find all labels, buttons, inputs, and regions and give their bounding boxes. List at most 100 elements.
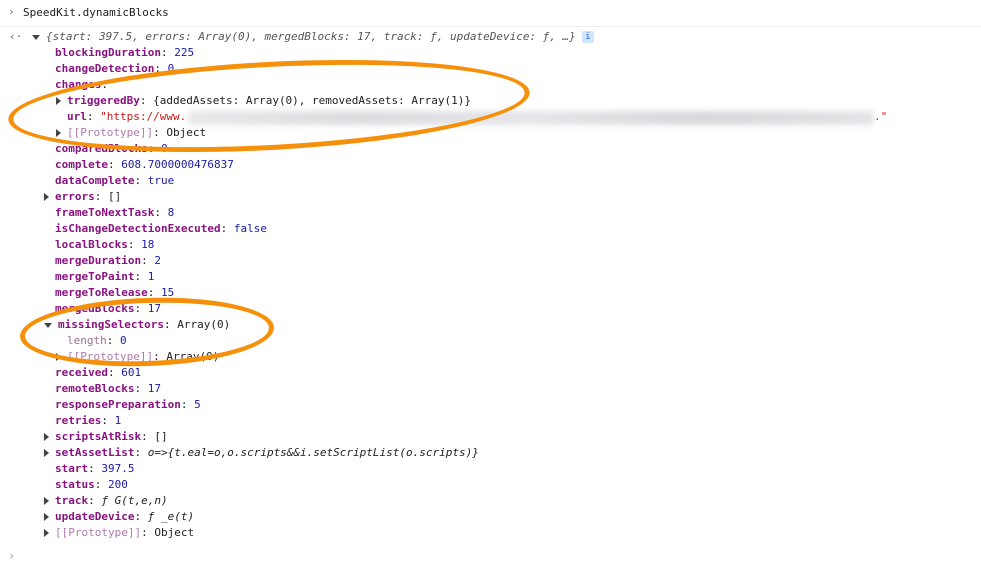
expand-triangle-icon[interactable]	[44, 513, 49, 521]
property-value: 17	[147, 382, 161, 395]
expand-triangle-icon[interactable]	[44, 193, 49, 201]
property-key: isChangeDetectionExecuted	[55, 222, 221, 235]
property-key: received	[55, 366, 108, 379]
expand-triangle-icon[interactable]	[44, 497, 49, 505]
property-separator: :	[147, 142, 161, 155]
property-separator: :	[134, 270, 148, 283]
property-separator: :	[141, 254, 155, 267]
property-separator: :	[153, 126, 167, 139]
property-separator: :	[101, 414, 115, 427]
property-value: 0	[120, 334, 127, 347]
property-key: scriptsAtRisk	[55, 430, 142, 443]
property-separator: :	[141, 526, 155, 539]
expand-triangle-icon[interactable]	[44, 449, 49, 457]
property-separator: :	[106, 334, 120, 347]
property-value: 15	[160, 286, 175, 299]
command-chevron-icon: ›	[8, 5, 15, 18]
property-key: [[Prototype]]	[67, 126, 154, 139]
property-separator: :	[86, 110, 101, 123]
property-row[interactable]: [[Prototype]]: Object	[44, 525, 194, 541]
result-summary-line[interactable]: {start: 397.5, errors: Array(0), mergedB…	[32, 29, 594, 45]
property-key: triggeredBy	[67, 94, 140, 107]
property-key: frameToNextTask	[55, 206, 155, 219]
property-key: status	[55, 478, 95, 491]
expand-result-icon[interactable]	[32, 34, 40, 40]
property-value: false	[233, 222, 267, 235]
property-key: start	[55, 462, 89, 475]
property-row: mergeDuration: 2	[55, 253, 161, 269]
property-separator: :	[220, 222, 234, 235]
property-value: 2	[154, 254, 161, 267]
property-value: 8	[167, 206, 175, 219]
property-value: o=>{t.eal=o,o.scripts&&i.setScriptList(o…	[147, 446, 479, 459]
property-separator: :	[101, 78, 108, 91]
property-key: comparedBlocks	[55, 142, 148, 155]
property-row[interactable]: scriptsAtRisk: []	[44, 429, 168, 445]
expand-triangle-icon[interactable]	[56, 353, 61, 361]
property-value: 1	[147, 270, 155, 283]
property-separator: :	[134, 382, 148, 395]
property-row[interactable]: [[Prototype]]: Array(0)	[56, 349, 219, 365]
result-arrow-icon: ‹·	[9, 30, 23, 43]
property-value: 1	[114, 414, 122, 427]
property-row: changes:	[55, 77, 108, 93]
property-value: 0	[160, 142, 168, 155]
property-row[interactable]: track: ƒ G(t,e,n)	[44, 493, 168, 509]
property-key: changes	[55, 78, 102, 91]
property-row: mergeToRelease: 15	[55, 285, 174, 301]
property-separator: :	[88, 462, 102, 475]
property-row: mergedBlocks: 17	[55, 301, 161, 317]
property-separator: :	[127, 238, 142, 251]
property-separator: :	[153, 350, 167, 363]
expand-triangle-icon[interactable]	[56, 129, 61, 137]
result-summary: {start: 397.5, errors: Array(0), mergedB…	[46, 30, 576, 43]
property-separator: :	[107, 158, 122, 171]
property-value: 17	[147, 302, 161, 315]
expand-triangle-icon[interactable]	[56, 97, 61, 105]
property-key: [[Prototype]]	[67, 350, 154, 363]
property-key: errors	[55, 190, 95, 203]
property-key: retries	[55, 414, 102, 427]
expand-triangle-icon[interactable]	[44, 529, 49, 537]
property-value: 608.7000000476837	[121, 158, 234, 171]
property-row: changeDetection: 0	[55, 61, 174, 77]
property-row: mergeToPaint: 1	[55, 269, 154, 285]
property-value: ƒ G(t,e,n)	[101, 494, 168, 507]
property-value: 5	[194, 398, 201, 411]
property-row: retries: 1	[55, 413, 121, 429]
property-row[interactable]: missingSelectors: Array(0)	[44, 317, 230, 333]
property-value: ƒ _e(t)	[147, 510, 195, 523]
property-value[interactable]: "https://www.	[100, 110, 186, 123]
property-row: status: 200	[55, 477, 128, 493]
property-value: 18	[141, 238, 155, 251]
property-key: missingSelectors	[58, 318, 164, 331]
property-row[interactable]: errors: []	[44, 189, 121, 205]
property-row: remoteBlocks: 17	[55, 381, 161, 397]
property-row[interactable]: [[Prototype]]: Object	[56, 125, 206, 141]
property-separator: :	[107, 366, 122, 379]
property-row: blockingDuration: 225	[55, 45, 194, 61]
collapse-triangle-icon[interactable]	[44, 322, 52, 328]
property-key: mergedBlocks	[55, 302, 135, 315]
console-command-row: › SpeedKit.dynamicBlocks	[0, 0, 981, 27]
property-key: localBlocks	[55, 238, 128, 251]
property-row[interactable]: setAssetList: o=>{t.eal=o,o.scripts&&i.s…	[44, 445, 479, 461]
property-row[interactable]: triggeredBy: {addedAssets: Array(0), rem…	[56, 93, 471, 109]
property-key: url	[67, 110, 87, 123]
property-separator: :	[141, 430, 155, 443]
property-separator: :	[147, 286, 161, 299]
console-input-prompt-icon[interactable]: ›	[8, 549, 15, 563]
property-row: localBlocks: 18	[55, 237, 154, 253]
property-value: Object	[154, 526, 195, 539]
property-row[interactable]: updateDevice: ƒ _e(t)	[44, 509, 194, 525]
expand-triangle-icon[interactable]	[44, 433, 49, 441]
property-row: responsePreparation: 5	[55, 397, 201, 413]
property-key: complete	[55, 158, 108, 171]
property-value: true	[147, 174, 175, 187]
property-key: responsePreparation	[55, 398, 181, 411]
property-key: track	[55, 494, 89, 507]
command-text: SpeedKit.dynamicBlocks	[23, 6, 169, 19]
property-separator: :	[134, 302, 148, 315]
info-icon[interactable]: i	[581, 31, 594, 43]
property-separator: :	[180, 398, 195, 411]
